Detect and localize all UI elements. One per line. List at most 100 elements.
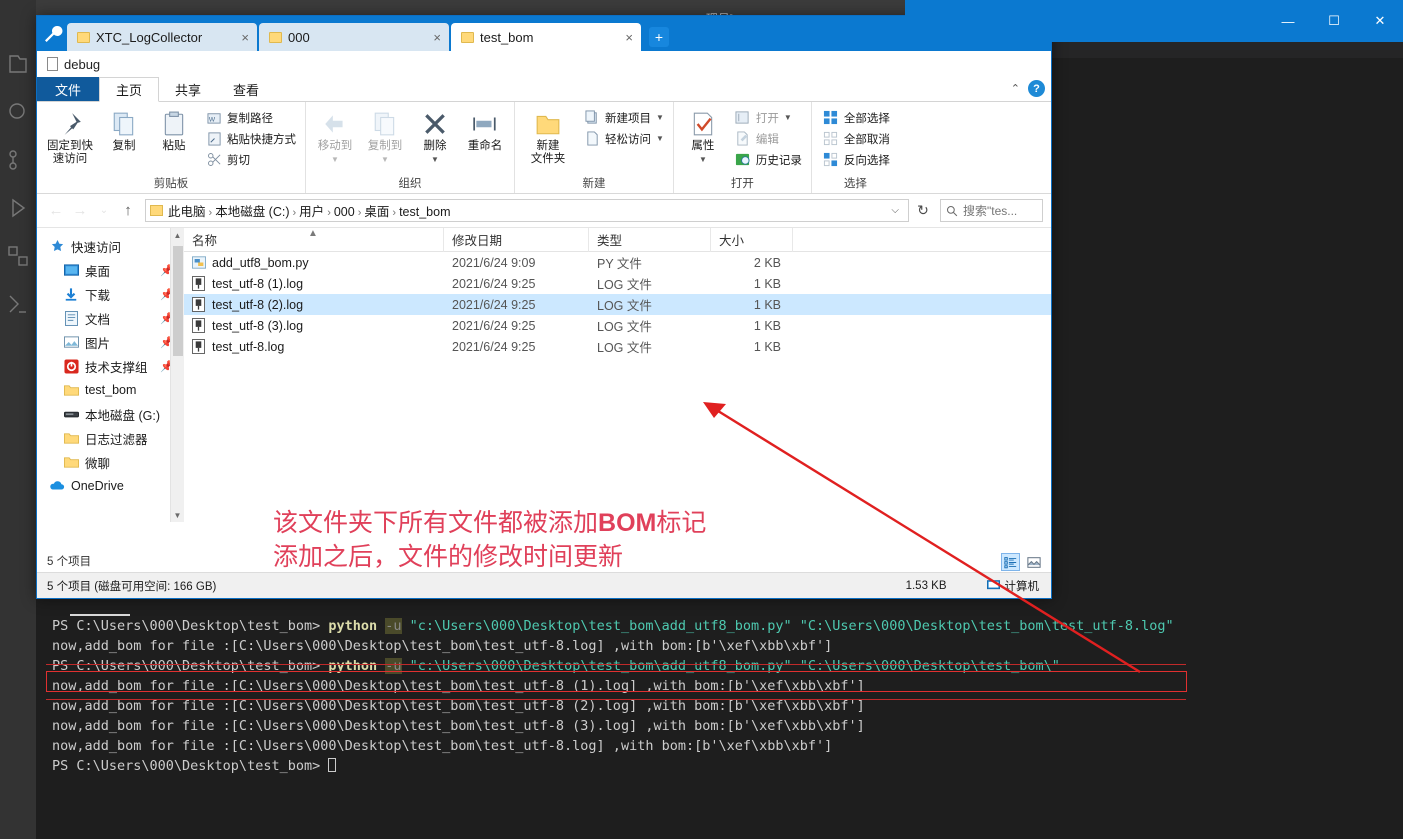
breadcrumb[interactable]: 此电脑 › 本地磁盘 (C:) › 用户 › 000 › 桌面 › test_bom — [166, 201, 453, 220]
ribbon-button-pin[interactable]: 固定到快 速访问 — [41, 105, 99, 166]
ribbon-button-copy-to[interactable]: 复制到 ▼ — [360, 105, 410, 166]
large-icons-view-button[interactable] — [1024, 553, 1043, 571]
scroll-down-arrow[interactable]: ▼ — [171, 508, 184, 522]
ribbon-button-move-to[interactable]: 移动到 ▼ — [310, 105, 360, 166]
ribbon-button-history[interactable]: 历史记录 — [732, 149, 805, 170]
explorer-tabstrip[interactable]: XTC_LogCollector × 000 × test_bom × + — [37, 16, 1051, 51]
navpane-item-8[interactable]: 日志过滤器 — [37, 426, 184, 450]
explorer-tab-1[interactable]: 000 × — [259, 23, 449, 51]
file-name-cell[interactable]: add_utf8_bom.py — [184, 255, 444, 271]
scrollbar-thumb[interactable] — [173, 246, 183, 356]
help-icon[interactable]: ? — [1028, 80, 1045, 97]
new-tab-button[interactable]: + — [649, 27, 669, 47]
ribbon-button-properties[interactable]: 属性 ▼ — [678, 105, 728, 166]
file-name-cell[interactable]: test_utf-8 (2).log — [184, 296, 444, 313]
extensions-icon[interactable] — [6, 244, 30, 268]
table-row[interactable]: test_utf-8 (1).log 2021/6/24 9:25 LOG 文件 1 … — [184, 273, 1051, 294]
address-bar[interactable]: 此电脑 › 本地磁盘 (C:) › 用户 › 000 › 桌面 › test_bom ⌵ — [145, 199, 909, 222]
chevron-down-icon[interactable]: ▼ — [431, 153, 439, 166]
navigation-pane[interactable]: 快速访问 桌面 📌 下载 📌 文档 📌 图片 📌 技术支撑组 📌 test_bom 本地磁盘 (G:) 日… — [37, 228, 184, 528]
file-explorer-window[interactable]: XTC_LogCollector × 000 × test_bom × + debug 文… — [36, 15, 1052, 599]
ribbon-button-invert-selection[interactable]: 反向选择 — [820, 149, 893, 170]
ribbon-tab-strip[interactable]: 文件 主页 共享 查看 ⌃ ? — [37, 77, 1051, 102]
ribbon-button-select-all[interactable]: 全部选择 — [820, 107, 893, 128]
ribbon-tabs-container[interactable]: 文件 主页 共享 查看 — [37, 77, 275, 102]
navigation-pane-scrollbar[interactable]: ▲ ▼ — [170, 228, 184, 522]
navigation-bar[interactable]: ← → ⌄ ↑ 此电脑 › 本地磁盘 (C:) › 用户 › 000 › 桌面 › test_bom… — [37, 194, 1051, 228]
navpane-item-9[interactable]: 微聊 — [37, 450, 184, 474]
explorer-tab-2[interactable]: test_bom × — [451, 23, 641, 51]
tab-close-icon[interactable]: × — [239, 30, 251, 45]
column-header-3[interactable]: 大小 — [711, 227, 793, 252]
recent-locations-button[interactable]: ⌄ — [93, 200, 115, 222]
ribbon-tab-0[interactable]: 文件 — [37, 77, 100, 101]
ribbon-right-controls[interactable]: ⌃ ? — [1011, 80, 1045, 97]
breadcrumb-item-0[interactable]: 此电脑 — [166, 205, 208, 219]
tabs-container[interactable]: XTC_LogCollector × 000 × test_bom × — [67, 23, 643, 51]
file-name-cell[interactable]: test_utf-8.log — [184, 338, 444, 355]
file-list-pane[interactable]: ▲ 名称 修改日期 类型 大小 add_utf8_bom.py 2021/6/24 9:… — [184, 227, 1051, 528]
scroll-up-arrow[interactable]: ▲ — [171, 228, 184, 242]
column-header-1[interactable]: 修改日期 — [444, 227, 589, 252]
ribbon-button-rename[interactable]: 重命名 — [460, 105, 510, 153]
ribbon-tab-1[interactable]: 主页 — [99, 77, 160, 102]
ribbon-button-select-none[interactable]: 全部取消 — [820, 128, 893, 149]
table-row[interactable]: test_utf-8 (2).log 2021/6/24 9:25 LOG 文件 1 … — [184, 294, 1051, 315]
ribbon-body[interactable]: 固定到快 速访问 复制 粘贴 W 复制路径 粘贴快捷方式 剪切 剪贴板 移动到 ▼ 复制到 ▼ 删除 ▼ 重命… — [37, 102, 1051, 194]
source-control-icon[interactable] — [6, 148, 30, 172]
chevron-down-icon[interactable]: ▼ — [656, 134, 664, 143]
ribbon-tab-2[interactable]: 共享 — [159, 77, 217, 101]
search-input[interactable]: 搜索"tes... — [940, 199, 1043, 222]
navpane-item-10[interactable]: OneDrive — [37, 474, 184, 498]
search-icon[interactable] — [6, 100, 30, 124]
navpane-item-6[interactable]: test_bom — [37, 378, 184, 402]
breadcrumb-item-4[interactable]: 桌面 — [362, 205, 391, 219]
remote-icon[interactable] — [6, 292, 30, 316]
window-controls[interactable]: — ☐ ✕ — [1265, 0, 1403, 42]
ribbon-tab-3[interactable]: 查看 — [217, 77, 275, 101]
ribbon-button-edit[interactable]: 编辑 — [732, 128, 805, 149]
back-button[interactable]: ← — [45, 200, 67, 222]
ribbon-button-new-folder[interactable]: 新建 文件夹 — [519, 105, 577, 166]
chevron-down-icon[interactable]: ▼ — [699, 153, 707, 166]
ribbon-button-easy-access[interactable]: 轻松访问 ▼ — [581, 128, 667, 149]
breadcrumb-item-5[interactable]: test_bom — [397, 205, 452, 219]
chevron-down-icon[interactable]: ▼ — [381, 153, 389, 166]
explorer-tab-0[interactable]: XTC_LogCollector × — [67, 23, 257, 51]
navpane-item-3[interactable]: 文档 📌 — [37, 306, 184, 330]
run-debug-icon[interactable] — [6, 196, 30, 220]
maximize-button[interactable]: ☐ — [1311, 0, 1357, 42]
table-row[interactable]: test_utf-8.log 2021/6/24 9:25 LOG 文件 1 KB — [184, 336, 1051, 357]
navpane-item-7[interactable]: 本地磁盘 (G:) — [37, 402, 184, 426]
up-button[interactable]: ↑ — [117, 200, 139, 222]
navigation-pane-items[interactable]: 快速访问 桌面 📌 下载 📌 文档 📌 图片 📌 技术支撑组 📌 test_bom 本地磁盘 (G:) 日… — [37, 234, 184, 498]
file-name-cell[interactable]: test_utf-8 (1).log — [184, 275, 444, 292]
table-row[interactable]: test_utf-8 (3).log 2021/6/24 9:25 LOG 文件 1 … — [184, 315, 1051, 336]
breadcrumb-item-2[interactable]: 用户 — [297, 205, 326, 219]
chevron-down-icon[interactable]: ⌵ — [886, 205, 904, 216]
chevron-down-icon[interactable]: ▼ — [656, 113, 664, 122]
ribbon-button-new-item[interactable]: 新建项目 ▼ — [581, 107, 667, 128]
file-list[interactable]: add_utf8_bom.py 2021/6/24 9:09 PY 文件 2 KB te… — [184, 252, 1051, 357]
navpane-item-1[interactable]: 桌面 📌 — [37, 258, 184, 282]
view-mode-buttons[interactable] — [1001, 553, 1043, 571]
ribbon-button-open[interactable]: 打开 ▼ — [732, 107, 805, 128]
file-name-cell[interactable]: test_utf-8 (3).log — [184, 317, 444, 334]
table-row[interactable]: add_utf8_bom.py 2021/6/24 9:09 PY 文件 2 KB — [184, 252, 1051, 273]
files-icon[interactable] — [6, 52, 30, 76]
navpane-item-2[interactable]: 下载 📌 — [37, 282, 184, 306]
ribbon-button-delete[interactable]: 删除 ▼ — [410, 105, 460, 166]
breadcrumb-separator[interactable]: › — [326, 207, 332, 219]
navpane-item-4[interactable]: 图片 📌 — [37, 330, 184, 354]
ribbon-button-copy[interactable]: 复制 — [99, 105, 149, 153]
ribbon-button-paste-shortcut[interactable]: 粘贴快捷方式 — [203, 128, 299, 149]
tab-close-icon[interactable]: × — [623, 30, 635, 45]
ribbon-button-paste[interactable]: 粘贴 — [149, 105, 199, 153]
terminal-panel[interactable]: PS C:\Users\000\Desktop\test_bom> python… — [36, 598, 1403, 839]
minimize-button[interactable]: — — [1265, 0, 1311, 42]
column-header-2[interactable]: 类型 — [589, 227, 711, 252]
chevron-up-icon[interactable]: ⌃ — [1011, 82, 1020, 95]
breadcrumb-item-3[interactable]: 000 — [332, 205, 357, 219]
ribbon-button-copy-path[interactable]: W 复制路径 — [203, 107, 299, 128]
chevron-down-icon[interactable]: ▼ — [784, 113, 792, 122]
